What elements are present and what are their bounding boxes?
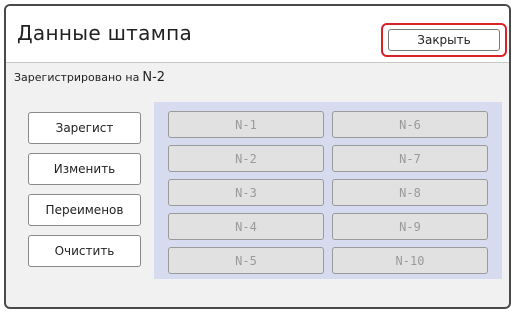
dialog-title: Данные штампа <box>17 21 193 45</box>
register-button[interactable]: Зарегист <box>28 112 141 144</box>
slot-n7[interactable]: N-7 <box>332 145 488 172</box>
close-button-highlight[interactable]: Закрыть <box>381 23 507 57</box>
stamp-slot-panel: N-1 N-6 N-2 N-7 N-3 N-8 N-4 N-9 N-5 N-10 <box>154 102 502 279</box>
registration-value: N-2 <box>142 70 166 85</box>
dialog-header: Данные штампа Закрыть <box>6 6 509 63</box>
slot-n4[interactable]: N-4 <box>168 213 324 240</box>
stamp-data-dialog: Данные штампа Закрыть Зарегистрировано н… <box>4 4 511 309</box>
close-button[interactable]: Закрыть <box>388 29 500 51</box>
slot-n8[interactable]: N-8 <box>332 179 488 206</box>
slot-n6[interactable]: N-6 <box>332 111 488 138</box>
slot-n9[interactable]: N-9 <box>332 213 488 240</box>
edit-button[interactable]: Изменить <box>28 153 141 185</box>
slot-n2[interactable]: N-2 <box>168 145 324 172</box>
slot-n3[interactable]: N-3 <box>168 179 324 206</box>
clear-button[interactable]: Очистить <box>28 235 141 267</box>
slot-n10[interactable]: N-10 <box>332 247 488 274</box>
rename-button[interactable]: Переименов <box>28 194 141 226</box>
registration-status: Зарегистрировано на N-2 <box>14 70 165 85</box>
slot-n5[interactable]: N-5 <box>168 247 324 274</box>
registration-label: Зарегистрировано на <box>14 71 140 84</box>
slot-n1[interactable]: N-1 <box>168 111 324 138</box>
